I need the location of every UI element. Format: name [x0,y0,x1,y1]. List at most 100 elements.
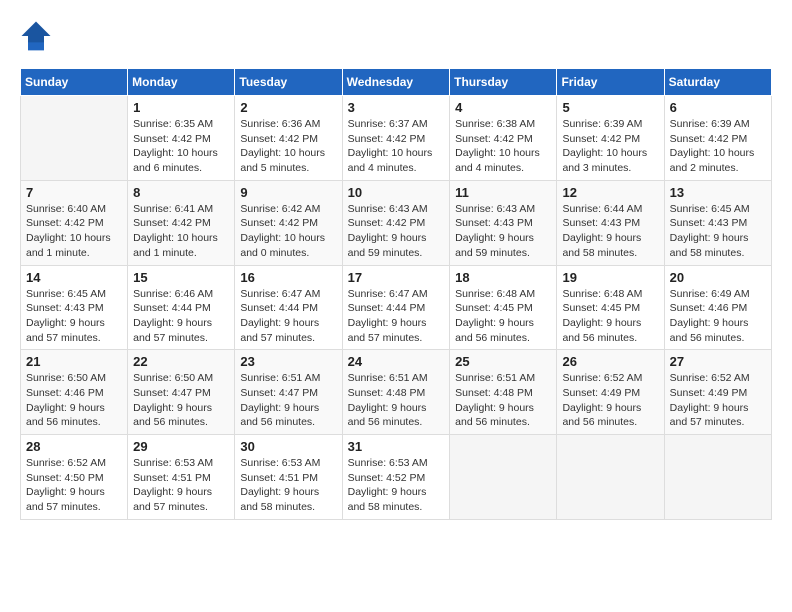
logo-icon [20,20,52,52]
calendar-week-4: 21 Sunrise: 6:50 AM Sunset: 4:46 PM Dayli… [21,350,772,435]
day-number: 31 [348,439,445,454]
cell-content: Sunrise: 6:37 AM Sunset: 4:42 PM Dayligh… [348,117,445,176]
cell-content: Sunrise: 6:53 AM Sunset: 4:51 PM Dayligh… [133,456,229,515]
day-number: 17 [348,270,445,285]
day-number: 29 [133,439,229,454]
calendar-cell: 13 Sunrise: 6:45 AM Sunset: 4:43 PM Dayli… [664,180,771,265]
calendar-cell: 6Sunrise: 6:39 AM Sunset: 4:42 PM Daylig… [664,96,771,181]
day-number: 8 [133,185,229,200]
cell-content: Sunrise: 6:43 AM Sunset: 4:42 PM Dayligh… [348,202,445,261]
cell-content: Sunrise: 6:36 AM Sunset: 4:42 PM Dayligh… [240,117,336,176]
cell-content: Sunrise: 6:38 AM Sunset: 4:42 PM Dayligh… [455,117,551,176]
cell-content: Sunrise: 6:47 AM Sunset: 4:44 PM Dayligh… [348,287,445,346]
calendar-week-1: 1 Sunrise: 6:35 AM Sunset: 4:42 PM Daylig… [21,96,772,181]
day-number: 3 [348,100,445,115]
calendar-cell: 18 Sunrise: 6:48 AM Sunset: 4:45 PM Dayli… [450,265,557,350]
cell-content: Sunrise: 6:50 AM Sunset: 4:46 PM Dayligh… [26,371,122,430]
day-number: 12 [562,185,658,200]
cell-content: Sunrise: 6:51 AM Sunset: 4:48 PM Dayligh… [455,371,551,430]
day-number: 24 [348,354,445,369]
day-number: 14 [26,270,122,285]
cell-content: Sunrise: 6:48 AM Sunset: 4:45 PM Dayligh… [455,287,551,346]
day-number: 2 [240,100,336,115]
calendar-cell: 29 Sunrise: 6:53 AM Sunset: 4:51 PM Dayli… [128,435,235,520]
calendar-week-2: 7 Sunrise: 6:40 AM Sunset: 4:42 PM Daylig… [21,180,772,265]
cell-content: Sunrise: 6:49 AM Sunset: 4:46 PM Dayligh… [670,287,766,346]
calendar-cell: 28 Sunrise: 6:52 AM Sunset: 4:50 PM Dayli… [21,435,128,520]
day-header-tuesday: Tuesday [235,69,342,96]
cell-content: Sunrise: 6:53 AM Sunset: 4:52 PM Dayligh… [348,456,445,515]
day-number: 30 [240,439,336,454]
cell-content: Sunrise: 6:52 AM Sunset: 4:49 PM Dayligh… [562,371,658,430]
calendar-cell: 27 Sunrise: 6:52 AM Sunset: 4:49 PM Dayli… [664,350,771,435]
calendar-cell: 17 Sunrise: 6:47 AM Sunset: 4:44 PM Dayli… [342,265,450,350]
calendar-cell [21,96,128,181]
cell-content: Sunrise: 6:42 AM Sunset: 4:42 PM Dayligh… [240,202,336,261]
day-number: 18 [455,270,551,285]
day-number: 19 [562,270,658,285]
cell-content: Sunrise: 6:45 AM Sunset: 4:43 PM Dayligh… [670,202,766,261]
day-number: 1 [133,100,229,115]
day-number: 22 [133,354,229,369]
cell-content: Sunrise: 6:41 AM Sunset: 4:42 PM Dayligh… [133,202,229,261]
cell-content: Sunrise: 6:50 AM Sunset: 4:47 PM Dayligh… [133,371,229,430]
cell-content: Sunrise: 6:53 AM Sunset: 4:51 PM Dayligh… [240,456,336,515]
cell-content: Sunrise: 6:39 AM Sunset: 4:42 PM Dayligh… [562,117,658,176]
day-header-wednesday: Wednesday [342,69,450,96]
day-header-sunday: Sunday [21,69,128,96]
cell-content: Sunrise: 6:52 AM Sunset: 4:49 PM Dayligh… [670,371,766,430]
day-number: 20 [670,270,766,285]
day-header-monday: Monday [128,69,235,96]
calendar-cell [664,435,771,520]
day-number: 28 [26,439,122,454]
calendar-cell: 19Sunrise: 6:48 AM Sunset: 4:45 PM Dayli… [557,265,664,350]
cell-content: Sunrise: 6:40 AM Sunset: 4:42 PM Dayligh… [26,202,122,261]
day-number: 25 [455,354,551,369]
calendar-cell: 26 Sunrise: 6:52 AM Sunset: 4:49 PM Dayli… [557,350,664,435]
day-number: 15 [133,270,229,285]
calendar-cell: 11 Sunrise: 6:43 AM Sunset: 4:43 PM Dayli… [450,180,557,265]
calendar-cell [557,435,664,520]
cell-content: Sunrise: 6:47 AM Sunset: 4:44 PM Dayligh… [240,287,336,346]
calendar-cell: 25 Sunrise: 6:51 AM Sunset: 4:48 PM Dayli… [450,350,557,435]
calendar-week-3: 14 Sunrise: 6:45 AM Sunset: 4:43 PM Dayli… [21,265,772,350]
cell-content: Sunrise: 6:46 AM Sunset: 4:44 PM Dayligh… [133,287,229,346]
calendar-cell: 15 Sunrise: 6:46 AM Sunset: 4:44 PM Dayli… [128,265,235,350]
calendar-week-5: 28 Sunrise: 6:52 AM Sunset: 4:50 PM Dayli… [21,435,772,520]
calendar-cell: 7 Sunrise: 6:40 AM Sunset: 4:42 PM Daylig… [21,180,128,265]
day-number: 11 [455,185,551,200]
calendar-cell: 24Sunrise: 6:51 AM Sunset: 4:48 PM Dayli… [342,350,450,435]
calendar-header-row: SundayMondayTuesdayWednesdayThursdayFrid… [21,69,772,96]
day-header-friday: Friday [557,69,664,96]
cell-content: Sunrise: 6:45 AM Sunset: 4:43 PM Dayligh… [26,287,122,346]
day-number: 13 [670,185,766,200]
calendar-cell: 12 Sunrise: 6:44 AM Sunset: 4:43 PM Dayli… [557,180,664,265]
calendar-cell: 1 Sunrise: 6:35 AM Sunset: 4:42 PM Daylig… [128,96,235,181]
calendar-cell: 5Sunrise: 6:39 AM Sunset: 4:42 PM Daylig… [557,96,664,181]
day-number: 10 [348,185,445,200]
day-number: 4 [455,100,551,115]
calendar-cell: 30 Sunrise: 6:53 AM Sunset: 4:51 PM Dayli… [235,435,342,520]
calendar-cell: 2 Sunrise: 6:36 AM Sunset: 4:42 PM Daylig… [235,96,342,181]
calendar-cell: 16 Sunrise: 6:47 AM Sunset: 4:44 PM Dayli… [235,265,342,350]
calendar-cell: 4 Sunrise: 6:38 AM Sunset: 4:42 PM Daylig… [450,96,557,181]
day-number: 7 [26,185,122,200]
day-number: 26 [562,354,658,369]
cell-content: Sunrise: 6:39 AM Sunset: 4:42 PM Dayligh… [670,117,766,176]
cell-content: Sunrise: 6:44 AM Sunset: 4:43 PM Dayligh… [562,202,658,261]
calendar-cell: 21 Sunrise: 6:50 AM Sunset: 4:46 PM Dayli… [21,350,128,435]
calendar-cell: 22 Sunrise: 6:50 AM Sunset: 4:47 PM Dayli… [128,350,235,435]
day-number: 27 [670,354,766,369]
cell-content: Sunrise: 6:35 AM Sunset: 4:42 PM Dayligh… [133,117,229,176]
calendar-cell: 9 Sunrise: 6:42 AM Sunset: 4:42 PM Daylig… [235,180,342,265]
day-header-thursday: Thursday [450,69,557,96]
day-number: 21 [26,354,122,369]
calendar-cell: 3 Sunrise: 6:37 AM Sunset: 4:42 PM Daylig… [342,96,450,181]
calendar-cell: 14 Sunrise: 6:45 AM Sunset: 4:43 PM Dayli… [21,265,128,350]
cell-content: Sunrise: 6:43 AM Sunset: 4:43 PM Dayligh… [455,202,551,261]
cell-content: Sunrise: 6:52 AM Sunset: 4:50 PM Dayligh… [26,456,122,515]
cell-content: Sunrise: 6:51 AM Sunset: 4:47 PM Dayligh… [240,371,336,430]
day-number: 16 [240,270,336,285]
day-number: 9 [240,185,336,200]
day-header-saturday: Saturday [664,69,771,96]
